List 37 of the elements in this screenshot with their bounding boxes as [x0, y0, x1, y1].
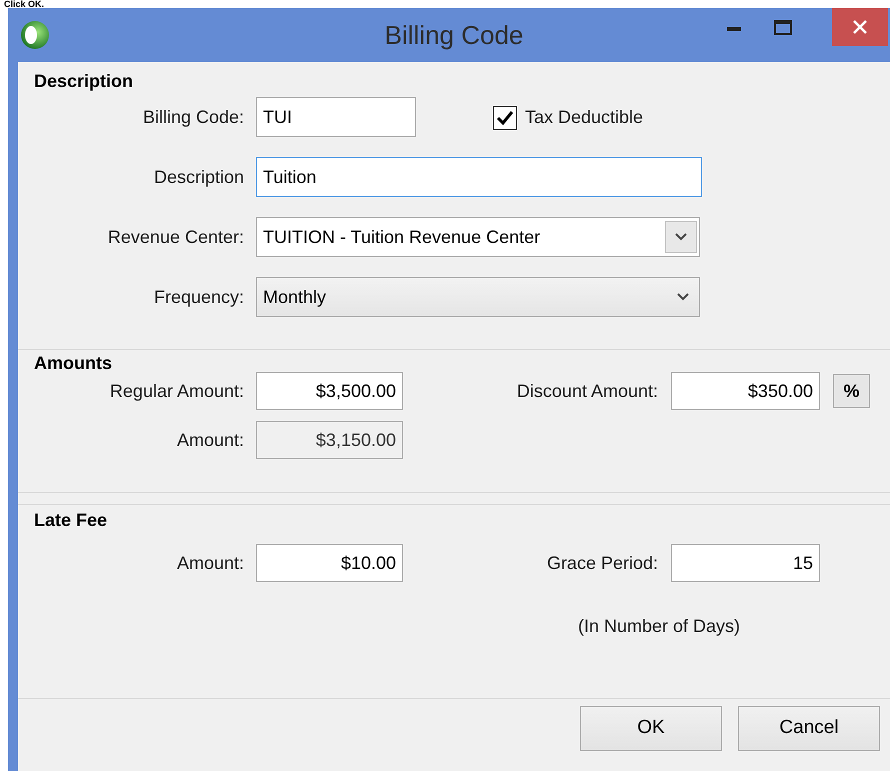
- field-label: Amount:: [176, 552, 244, 574]
- billing-code-field[interactable]: TUI: [256, 97, 416, 137]
- field-label: Revenue Center:: [108, 226, 244, 248]
- minimize-icon: [727, 27, 741, 31]
- dialog-button[interactable]: Cancel: [738, 706, 880, 751]
- late-fee-amount-field[interactable]: $10.00: [256, 544, 403, 582]
- checkmark-icon: [496, 110, 514, 126]
- percent-button[interactable]: %: [833, 374, 870, 408]
- dropdown-button[interactable]: [665, 221, 697, 253]
- field-label: Discount Amount:: [516, 380, 658, 402]
- section-title: Amounts: [34, 353, 112, 373]
- hint-text: (In Number of Days): [578, 614, 740, 638]
- field-label: Amount:: [176, 428, 244, 452]
- section-title: Description: [34, 71, 134, 91]
- maximize-icon: [774, 20, 792, 34]
- description-field[interactable]: Tuition: [256, 157, 702, 197]
- chevron-down-icon: [675, 233, 687, 241]
- instruction-text: Click OK.: [4, 0, 44, 8]
- field-label: Frequency:: [154, 286, 244, 309]
- revenue-center-dropdown[interactable]: TUITION - Tuition Revenue Center: [256, 217, 700, 257]
- field-label: Description: [154, 166, 244, 189]
- discount-amount-field[interactable]: $350.00: [671, 372, 820, 410]
- field-label: Tax Deductible: [525, 106, 644, 129]
- app-icon: [20, 20, 50, 50]
- dialog-button[interactable]: OK: [580, 706, 722, 751]
- grace-period-field[interactable]: 15: [671, 544, 820, 582]
- frequency-dropdown[interactable]: Monthly: [256, 277, 700, 317]
- field-label: Grace Period:: [546, 552, 658, 574]
- field-label: Regular Amount:: [110, 380, 244, 403]
- checkbox[interactable]: [493, 106, 517, 130]
- regular-amount-field[interactable]: $3,500.00: [256, 372, 403, 410]
- field-label: Billing Code:: [142, 106, 244, 129]
- chevron-down-icon: [677, 293, 689, 301]
- close-icon: [853, 20, 867, 34]
- section-title: Late Fee: [34, 510, 108, 530]
- close-button[interactable]: [832, 8, 888, 46]
- window-title: Billing Code: [384, 18, 524, 52]
